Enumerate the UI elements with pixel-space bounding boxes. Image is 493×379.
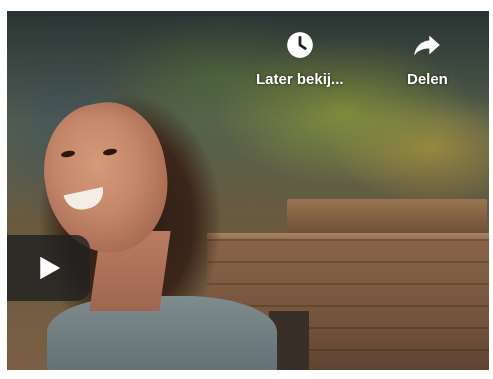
share-label: Delen <box>407 71 448 88</box>
play-icon <box>39 256 60 280</box>
clock-icon <box>286 32 313 58</box>
person-shirt <box>47 296 277 370</box>
watch-later-label: Later bekij... <box>256 71 344 88</box>
background-planter <box>287 199 487 233</box>
video-player[interactable]: Later bekij... Delen <box>7 11 489 370</box>
play-button[interactable] <box>7 235 90 301</box>
share-button[interactable]: Delen <box>407 31 448 88</box>
watch-later-button[interactable]: Later bekij... <box>256 31 344 88</box>
share-arrow-icon <box>414 35 441 56</box>
